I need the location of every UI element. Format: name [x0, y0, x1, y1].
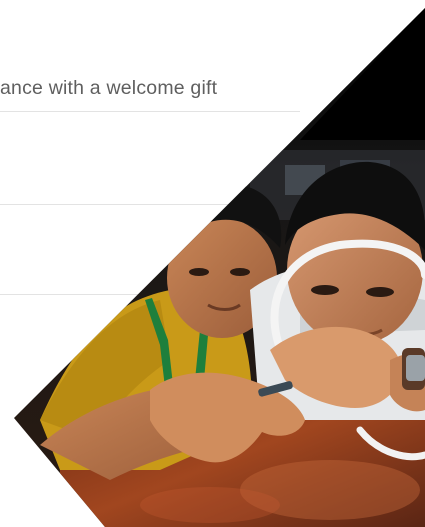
- divider: [0, 294, 300, 295]
- divider: [0, 111, 300, 112]
- promo-text: ance with a welcome gift: [0, 77, 218, 99]
- divider: [0, 204, 300, 205]
- page: ance with a welcome gift: [0, 0, 425, 527]
